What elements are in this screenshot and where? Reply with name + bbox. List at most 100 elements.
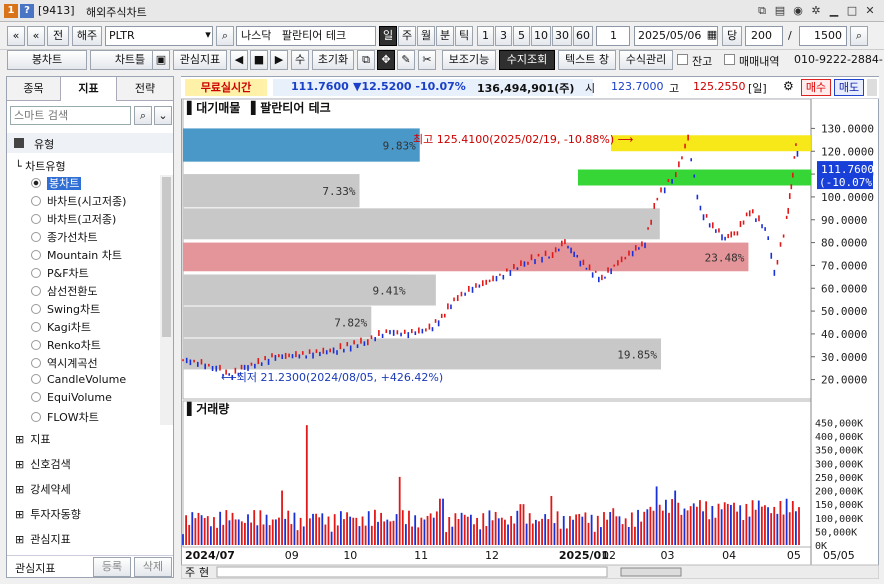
close-icon[interactable]: ✕ (862, 3, 878, 19)
symbol-input[interactable]: PLTR (105, 26, 213, 46)
move-icon[interactable]: ✥ (377, 50, 395, 70)
register-button[interactable]: 등록 (93, 557, 131, 577)
indicator-group[interactable]: ⊞ 강세약세 (15, 481, 71, 497)
chart-type-item[interactable]: EquiVolume (31, 391, 112, 404)
radio-icon[interactable] (31, 178, 41, 188)
radio-icon[interactable] (31, 374, 41, 384)
chart-type-item[interactable]: Renko차트 (31, 337, 101, 353)
smart-search-input[interactable] (10, 106, 131, 125)
first-button[interactable]: « (7, 26, 25, 46)
save-icon[interactable]: ▣ (152, 50, 170, 70)
count-input[interactable]: 200 (745, 26, 783, 46)
price-chart[interactable]: ▌대기매물 ▌팔란티어 테크 9.83% 7.33% 23.48% 9.41% 7.82% 1… (181, 99, 879, 579)
gear-icon[interactable]: ⚙ (783, 79, 794, 93)
tab-strategy[interactable]: 전략 (117, 77, 173, 101)
radio-icon[interactable] (31, 232, 41, 242)
interest-indicator-button[interactable]: 관심지표 (173, 50, 227, 70)
radio-icon[interactable] (31, 412, 41, 422)
maximize-icon[interactable]: □ (844, 3, 860, 19)
count-button[interactable]: 수 (291, 50, 309, 70)
buy-button[interactable]: 매수 (801, 79, 831, 96)
tab-indicator[interactable]: 지표 (61, 77, 117, 101)
trade-history-checkbox[interactable] (724, 54, 735, 65)
back-button[interactable]: « (27, 26, 45, 46)
interval-10-button[interactable]: 10 (531, 26, 551, 46)
expand-icon[interactable]: ⊞ (15, 458, 24, 471)
chart-type-item[interactable]: Swing차트 (31, 301, 100, 317)
radio-icon[interactable] (31, 214, 41, 224)
scissors-icon[interactable]: ✂ (418, 50, 436, 70)
radio-icon[interactable] (31, 286, 41, 296)
chart-type-item[interactable]: FLOW차트 (31, 409, 99, 425)
expand-icon[interactable]: ⊞ (15, 508, 24, 521)
interval-3-button[interactable]: 3 (495, 26, 512, 46)
prev-button[interactable]: 전 (47, 26, 69, 46)
radio-icon[interactable] (31, 392, 41, 402)
chart-type-item[interactable]: 역시계곡선 (31, 355, 98, 371)
indicator-group[interactable]: ⊞ 투자자동향 (15, 506, 81, 522)
chart-type-item[interactable]: 종가선차트 (31, 229, 98, 245)
chart-type-item[interactable]: 바차트(시고저종) (31, 193, 126, 209)
back-icon[interactable]: ◀ (230, 50, 248, 70)
help-icon[interactable]: ? (20, 4, 34, 18)
window-icon[interactable]: ⧉ (357, 50, 375, 70)
mode-button[interactable]: 해주 (72, 26, 102, 46)
chart-type-item[interactable]: Mountain 차트 (31, 247, 122, 263)
today-button[interactable]: 당 (722, 26, 742, 46)
settings-icon[interactable]: ✲ (808, 3, 824, 19)
interval-30-button[interactable]: 30 (552, 26, 572, 46)
chart-type-item[interactable]: 삼선전환도 (31, 283, 98, 299)
radio-icon[interactable] (31, 304, 41, 314)
period-tick-button[interactable]: 틱 (455, 26, 473, 46)
calendar-icon[interactable]: ▦ (705, 26, 719, 46)
interval-1-button[interactable]: 1 (477, 26, 494, 46)
menu-badge-icon[interactable]: 1 (4, 4, 18, 18)
chart-type-item[interactable]: CandleVolume (31, 373, 126, 386)
text-window-button[interactable]: 텍스트 창 (558, 50, 616, 70)
expand-icon[interactable]: ⊞ (15, 433, 24, 446)
radio-icon[interactable] (31, 322, 41, 332)
period-minute-button[interactable]: 분 (436, 26, 454, 46)
interval-stepper[interactable]: 1 (596, 26, 630, 46)
expand-icon[interactable]: ⊞ (15, 533, 24, 546)
chart-type-item[interactable]: Kagi차트 (31, 319, 91, 335)
expand-icon[interactable]: ⊞ (15, 483, 24, 496)
balance-checkbox[interactable] (677, 54, 688, 65)
radio-icon[interactable] (31, 268, 41, 278)
period-day-button[interactable]: 일 (379, 26, 397, 46)
formula-manage-button[interactable]: 수식관리 (619, 50, 673, 70)
period-month-button[interactable]: 월 (417, 26, 435, 46)
type-list-scrollbar[interactable] (160, 175, 173, 425)
pen-icon[interactable]: ✎ (397, 50, 415, 70)
symbol-dropdown-icon[interactable]: ▾ (202, 26, 214, 46)
sell-button[interactable]: 매도 (834, 79, 864, 96)
stop-icon[interactable]: ■ (250, 50, 268, 70)
indicator-group[interactable]: ⊞ 지표 (15, 431, 50, 447)
print-icon[interactable]: ▤ (772, 3, 788, 19)
search-icon[interactable]: ⌕ (216, 26, 234, 46)
indicator-group[interactable]: ⊞ 신호검색 (15, 456, 71, 472)
radio-icon[interactable] (31, 250, 41, 260)
pnl-query-button[interactable]: 수지조회 (499, 50, 555, 70)
interval-60-button[interactable]: 60 (573, 26, 593, 46)
type-section-header[interactable]: 유형 (7, 133, 173, 153)
interval-5-button[interactable]: 5 (513, 26, 530, 46)
delete-button[interactable]: 삭제 (134, 557, 172, 577)
period-week-button[interactable]: 주 (398, 26, 416, 46)
chevron-down-icon[interactable]: ⌄ (154, 106, 172, 125)
candle-chart-button[interactable]: 봉차트 (7, 50, 87, 70)
tab-symbol[interactable]: 종목 (7, 77, 61, 101)
indicator-group[interactable]: ⊞ 관심지표 (15, 531, 71, 547)
search-icon[interactable]: ⌕ (134, 106, 152, 125)
aux-function-button[interactable]: 보조기능 (442, 50, 496, 70)
chart-type-item[interactable]: 봉차트 (31, 175, 82, 191)
link-icon[interactable]: ⧉ (754, 3, 770, 19)
chart-type-item[interactable]: 바차트(고저종) (31, 211, 116, 227)
quote-scroll-button[interactable] (867, 79, 877, 96)
reset-button[interactable]: 초기화 (312, 50, 354, 70)
minimize-icon[interactable]: ▁ (826, 3, 842, 19)
radio-icon[interactable] (31, 358, 41, 368)
scrollbar-thumb[interactable] (162, 177, 171, 337)
radio-icon[interactable] (31, 340, 41, 350)
zoom-icon[interactable]: ⌕ (850, 26, 868, 46)
